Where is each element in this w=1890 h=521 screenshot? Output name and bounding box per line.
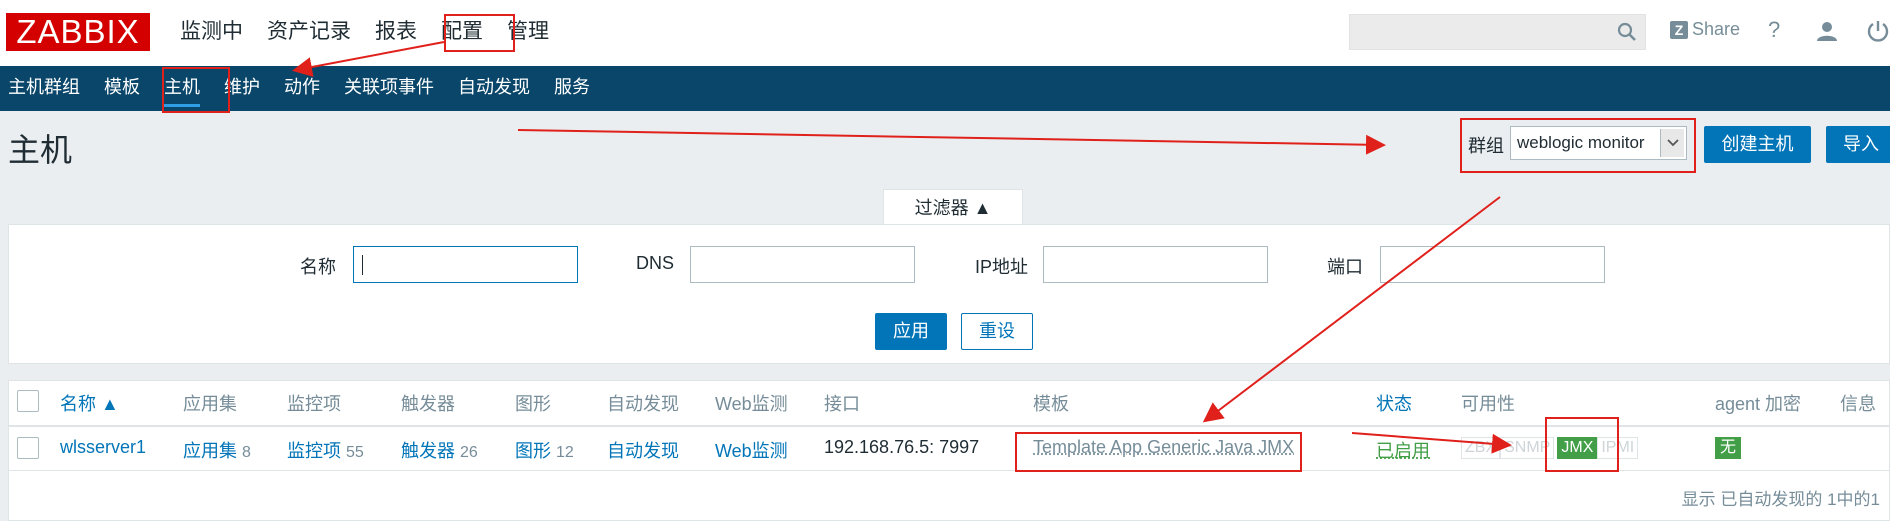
arrow-to-group [517,129,1386,155]
host-name-link[interactable]: wlsserver1 [60,437,146,458]
subnav-templates[interactable]: 模板 [92,66,152,111]
sub-nav: 主机群组 模板 主机 维护 动作 关联项事件 自动发现 服务 [0,66,1890,111]
filter-ip-input[interactable] [1043,246,1268,283]
table-footer: 显示 已自动发现的 1中的1 [1681,490,1880,509]
applications-link[interactable]: 应用集 [183,441,237,461]
nav-reports[interactable]: 报表 [363,0,429,66]
applications-count: 8 [242,444,251,461]
apply-button[interactable]: 应用 [875,313,947,350]
col-interface: 接口 [824,394,860,414]
col-availability: 可用性 [1461,394,1515,414]
col-triggers: 触发器 [401,394,455,414]
applications-cell: 应用集 8 [183,437,251,463]
col-web: Web监测 [715,394,788,414]
annotation-box-jmx [1545,417,1619,472]
filter-ip-label: IP地址 [975,257,1029,277]
triggers-count: 26 [460,444,478,461]
user-icon[interactable] [1815,19,1839,43]
triggers-link[interactable]: 触发器 [401,441,455,461]
subnav-services[interactable]: 服务 [542,66,602,111]
create-host-button[interactable]: 创建主机 [1704,126,1811,163]
subnav-correlation[interactable]: 关联项事件 [332,66,446,111]
filter-dns-input[interactable] [690,246,915,283]
discovery-link[interactable]: 自动发现 [607,437,679,463]
search-input[interactable] [1349,14,1646,50]
annotation-box-group [1460,118,1696,173]
filter-name-input[interactable] [353,246,578,283]
nav-inventory[interactable]: 资产记录 [255,0,363,66]
web-link[interactable]: Web监测 [715,437,788,463]
subnav-discovery[interactable]: 自动发现 [446,66,542,111]
items-link[interactable]: 监控项 [287,441,341,461]
interface-cell: 192.168.76.5: 7997 [824,437,980,457]
zabbix-logo[interactable]: ZABBIX [6,13,150,51]
col-name[interactable]: 名称 ▲ [60,390,119,416]
power-icon[interactable] [1866,19,1890,43]
filter-name-label: 名称 [300,257,336,277]
items-cell: 监控项 55 [287,437,364,463]
graphs-link[interactable]: 图形 [515,441,551,461]
zbx-badge: ZBX [1461,437,1501,459]
col-applications: 应用集 [183,394,237,414]
annotation-box-template [1015,432,1302,472]
graphs-cell: 图形 12 [515,437,574,463]
search-icon[interactable] [1617,22,1637,42]
subnav-actions[interactable]: 动作 [272,66,332,111]
select-all-checkbox[interactable] [17,390,39,412]
page-title: 主机 [8,132,73,168]
filter-dns-label: DNS [636,253,675,273]
col-info: 信息 [1840,394,1876,414]
filter-port-label: 端口 [1327,257,1363,277]
zabbix-share-icon: Z [1670,20,1688,39]
row-checkbox[interactable] [17,437,39,459]
encryption-badge: 无 [1715,437,1741,459]
status-enabled-link[interactable]: 已启用 [1376,437,1430,463]
filter-tab[interactable]: 过滤器 ▲ [883,189,1023,225]
graphs-count: 12 [556,444,574,461]
annotation-box-config [444,14,515,52]
share-link[interactable]: Z Share [1670,19,1740,40]
top-bar: ZABBIX 监测中 资产记录 报表 配置 管理 Z Share ? [0,0,1890,66]
col-agent-encryption: agent 加密 [1715,394,1802,414]
col-templates: 模板 [1033,394,1069,414]
subnav-host-groups[interactable]: 主机群组 [0,66,92,111]
col-items: 监控项 [287,394,341,414]
col-discovery: 自动发现 [607,394,679,414]
reset-button[interactable]: 重设 [961,313,1033,350]
help-icon[interactable]: ? [1768,17,1780,43]
col-status[interactable]: 状态 [1376,390,1412,416]
text-caret [362,255,363,275]
col-graphs: 图形 [515,394,551,414]
annotation-box-hosts [162,67,230,113]
import-button[interactable]: 导入 [1826,126,1890,163]
filter-panel: 名称 DNS IP地址 端口 应用 重设 [8,224,1890,364]
filter-port-input[interactable] [1380,246,1605,283]
triggers-cell: 触发器 26 [401,437,478,463]
share-label: Share [1692,19,1741,39]
items-count: 55 [346,444,364,461]
nav-monitoring[interactable]: 监测中 [168,0,255,66]
